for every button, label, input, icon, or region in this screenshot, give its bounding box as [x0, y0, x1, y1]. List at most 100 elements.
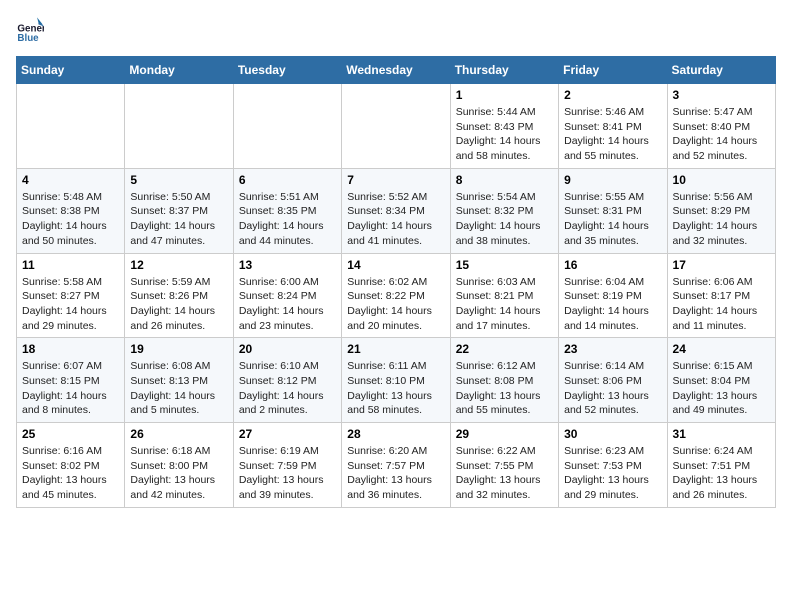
day-number: 31 — [673, 427, 770, 441]
day-info: Sunrise: 5:44 AMSunset: 8:43 PMDaylight:… — [456, 105, 553, 164]
day-number: 30 — [564, 427, 661, 441]
calendar-cell: 12 Sunrise: 5:59 AMSunset: 8:26 PMDayligh… — [125, 253, 233, 338]
day-number: 28 — [347, 427, 444, 441]
week-row-1: 1Sunrise: 5:44 AMSunset: 8:43 PMDaylight… — [17, 84, 776, 169]
calendar-cell — [125, 84, 233, 169]
calendar-cell: 28 Sunrise: 6:20 AMSunset: 7:57 PMDayligh… — [342, 423, 450, 508]
day-number: 9 — [564, 173, 661, 187]
day-info: Sunrise: 6:20 AMSunset: 7:57 PMDaylight:… — [347, 444, 444, 503]
day-info: Sunrise: 6:02 AMSunset: 8:22 PMDaylight:… — [347, 275, 444, 334]
day-info: Sunrise: 6:19 AMSunset: 7:59 PMDaylight:… — [239, 444, 336, 503]
day-number: 13 — [239, 258, 336, 272]
calendar-cell: 20Sunrise: 6:10 AMSunset: 8:12 PMDayligh… — [233, 338, 341, 423]
day-info: Sunrise: 6:22 AMSunset: 7:55 PMDaylight:… — [456, 444, 553, 503]
logo: General Blue — [16, 16, 46, 44]
weekday-header-monday: Monday — [125, 57, 233, 84]
weekday-header-tuesday: Tuesday — [233, 57, 341, 84]
day-info: Sunrise: 6:00 AMSunset: 8:24 PMDaylight:… — [239, 275, 336, 334]
day-info: Sunrise: 5:58 AMSunset: 8:27 PMDaylight:… — [22, 275, 119, 334]
day-info: Sunrise: 5:50 AMSunset: 8:37 PMDaylight:… — [130, 190, 227, 249]
day-number: 17 — [673, 258, 770, 272]
calendar-cell: 22Sunrise: 6:12 AMSunset: 8:08 PMDayligh… — [450, 338, 558, 423]
calendar-cell: 18 Sunrise: 6:07 AMSunset: 8:15 PMDayligh… — [17, 338, 125, 423]
calendar-cell: 26Sunrise: 6:18 AMSunset: 8:00 PMDayligh… — [125, 423, 233, 508]
weekday-header-sunday: Sunday — [17, 57, 125, 84]
day-info: Sunrise: 5:51 AMSunset: 8:35 PMDaylight:… — [239, 190, 336, 249]
calendar-cell: 24 Sunrise: 6:15 AMSunset: 8:04 PMDayligh… — [667, 338, 775, 423]
day-info: Sunrise: 5:59 AMSunset: 8:26 PMDaylight:… — [130, 275, 227, 334]
day-number: 16 — [564, 258, 661, 272]
day-number: 23 — [564, 342, 661, 356]
calendar-cell: 21Sunrise: 6:11 AMSunset: 8:10 PMDayligh… — [342, 338, 450, 423]
day-number: 15 — [456, 258, 553, 272]
calendar-cell: 4 Sunrise: 5:48 AMSunset: 8:38 PMDaylight… — [17, 168, 125, 253]
calendar-cell: 25 Sunrise: 6:16 AMSunset: 8:02 PMDayligh… — [17, 423, 125, 508]
day-info: Sunrise: 5:54 AMSunset: 8:32 PMDaylight:… — [456, 190, 553, 249]
calendar-cell: 31 Sunrise: 6:24 AMSunset: 7:51 PMDayligh… — [667, 423, 775, 508]
day-number: 24 — [673, 342, 770, 356]
day-number: 29 — [456, 427, 553, 441]
calendar-cell: 3 Sunrise: 5:47 AMSunset: 8:40 PMDaylight… — [667, 84, 775, 169]
day-number: 20 — [239, 342, 336, 356]
day-info: Sunrise: 6:24 AMSunset: 7:51 PMDaylight:… — [673, 444, 770, 503]
calendar-cell: 7 Sunrise: 5:52 AMSunset: 8:34 PMDaylight… — [342, 168, 450, 253]
calendar-cell: 5Sunrise: 5:50 AMSunset: 8:37 PMDaylight… — [125, 168, 233, 253]
day-number: 25 — [22, 427, 119, 441]
day-info: Sunrise: 6:04 AMSunset: 8:19 PMDaylight:… — [564, 275, 661, 334]
day-number: 27 — [239, 427, 336, 441]
day-number: 6 — [239, 173, 336, 187]
calendar-cell: 6 Sunrise: 5:51 AMSunset: 8:35 PMDaylight… — [233, 168, 341, 253]
day-info: Sunrise: 5:47 AMSunset: 8:40 PMDaylight:… — [673, 105, 770, 164]
calendar-cell: 19 Sunrise: 6:08 AMSunset: 8:13 PMDayligh… — [125, 338, 233, 423]
day-number: 12 — [130, 258, 227, 272]
week-row-3: 11 Sunrise: 5:58 AMSunset: 8:27 PMDayligh… — [17, 253, 776, 338]
day-info: Sunrise: 5:55 AMSunset: 8:31 PMDaylight:… — [564, 190, 661, 249]
day-number: 22 — [456, 342, 553, 356]
calendar-cell: 23 Sunrise: 6:14 AMSunset: 8:06 PMDayligh… — [559, 338, 667, 423]
calendar-cell: 13 Sunrise: 6:00 AMSunset: 8:24 PMDayligh… — [233, 253, 341, 338]
page-header: General Blue — [16, 16, 776, 44]
day-info: Sunrise: 6:03 AMSunset: 8:21 PMDaylight:… — [456, 275, 553, 334]
weekday-header-row: SundayMondayTuesdayWednesdayThursdayFrid… — [17, 57, 776, 84]
weekday-header-wednesday: Wednesday — [342, 57, 450, 84]
day-number: 19 — [130, 342, 227, 356]
day-number: 11 — [22, 258, 119, 272]
day-info: Sunrise: 6:15 AMSunset: 8:04 PMDaylight:… — [673, 359, 770, 418]
day-number: 18 — [22, 342, 119, 356]
day-number: 10 — [673, 173, 770, 187]
svg-text:Blue: Blue — [17, 33, 39, 44]
calendar-cell: 2Sunrise: 5:46 AMSunset: 8:41 PMDaylight… — [559, 84, 667, 169]
calendar-cell: 1Sunrise: 5:44 AMSunset: 8:43 PMDaylight… — [450, 84, 558, 169]
weekday-header-friday: Friday — [559, 57, 667, 84]
day-info: Sunrise: 6:06 AMSunset: 8:17 PMDaylight:… — [673, 275, 770, 334]
calendar-cell: 29 Sunrise: 6:22 AMSunset: 7:55 PMDayligh… — [450, 423, 558, 508]
day-info: Sunrise: 6:18 AMSunset: 8:00 PMDaylight:… — [130, 444, 227, 503]
calendar-cell: 17 Sunrise: 6:06 AMSunset: 8:17 PMDayligh… — [667, 253, 775, 338]
week-row-2: 4 Sunrise: 5:48 AMSunset: 8:38 PMDaylight… — [17, 168, 776, 253]
calendar-cell — [342, 84, 450, 169]
day-info: Sunrise: 5:52 AMSunset: 8:34 PMDaylight:… — [347, 190, 444, 249]
day-info: Sunrise: 6:14 AMSunset: 8:06 PMDaylight:… — [564, 359, 661, 418]
day-number: 8 — [456, 173, 553, 187]
day-info: Sunrise: 5:48 AMSunset: 8:38 PMDaylight:… — [22, 190, 119, 249]
calendar-cell: 8 Sunrise: 5:54 AMSunset: 8:32 PMDaylight… — [450, 168, 558, 253]
calendar-cell: 27 Sunrise: 6:19 AMSunset: 7:59 PMDayligh… — [233, 423, 341, 508]
week-row-5: 25 Sunrise: 6:16 AMSunset: 8:02 PMDayligh… — [17, 423, 776, 508]
calendar-cell — [17, 84, 125, 169]
day-number: 3 — [673, 88, 770, 102]
calendar-cell: 14Sunrise: 6:02 AMSunset: 8:22 PMDayligh… — [342, 253, 450, 338]
day-number: 7 — [347, 173, 444, 187]
calendar-cell: 16 Sunrise: 6:04 AMSunset: 8:19 PMDayligh… — [559, 253, 667, 338]
day-info: Sunrise: 5:56 AMSunset: 8:29 PMDaylight:… — [673, 190, 770, 249]
week-row-4: 18 Sunrise: 6:07 AMSunset: 8:15 PMDayligh… — [17, 338, 776, 423]
calendar-cell: 15 Sunrise: 6:03 AMSunset: 8:21 PMDayligh… — [450, 253, 558, 338]
weekday-header-saturday: Saturday — [667, 57, 775, 84]
logo-icon: General Blue — [16, 16, 44, 44]
day-info: Sunrise: 6:08 AMSunset: 8:13 PMDaylight:… — [130, 359, 227, 418]
calendar-cell: 11 Sunrise: 5:58 AMSunset: 8:27 PMDayligh… — [17, 253, 125, 338]
day-info: Sunrise: 6:16 AMSunset: 8:02 PMDaylight:… — [22, 444, 119, 503]
day-number: 4 — [22, 173, 119, 187]
day-info: Sunrise: 6:07 AMSunset: 8:15 PMDaylight:… — [22, 359, 119, 418]
calendar-cell: 30Sunrise: 6:23 AMSunset: 7:53 PMDayligh… — [559, 423, 667, 508]
day-number: 21 — [347, 342, 444, 356]
